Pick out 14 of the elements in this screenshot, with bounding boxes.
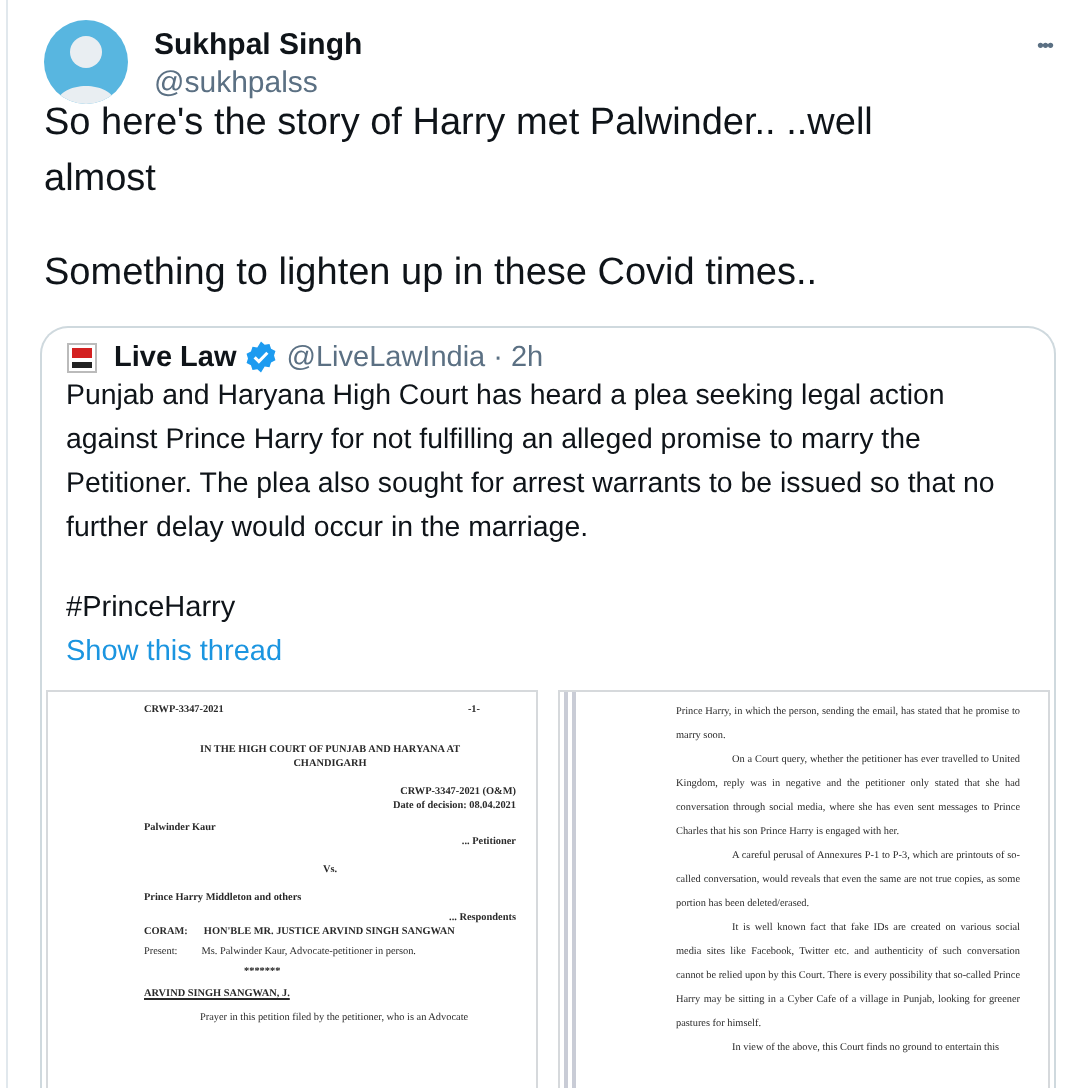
quoted-tweet-card[interactable] [40, 326, 1056, 1088]
separator: · [493, 341, 503, 373]
quoted-text: Punjab and Haryana High Court has heard a plea seeking legal action against Prince Harry for not fulfilling an alleged promise to marry the Petitioner. The plea also sought for arrest warrants to be issued so that no further delay would occur in the marriage. [64, 378, 997, 548]
news-logo-icon [66, 341, 98, 373]
author-name[interactable]: Sukhpal Singh [154, 28, 1033, 64]
tweet-text: So here's the story of Harry met Palwinder.. ..well almost [44, 100, 875, 204]
more-button[interactable]: ••• [1032, 36, 1056, 58]
hashtag[interactable]: #PrinceHarry [66, 592, 236, 624]
source-name[interactable]: Live Law [114, 341, 237, 373]
post-time[interactable]: 2h [510, 341, 544, 373]
source-handle[interactable]: @LiveLawIndia [286, 341, 486, 373]
tweet-text: Something to lighten up in these Covid times.. [44, 250, 820, 298]
show-thread-link[interactable]: Show this thread [66, 630, 283, 674]
author-handle[interactable]: @sukhpalss [154, 64, 1033, 104]
